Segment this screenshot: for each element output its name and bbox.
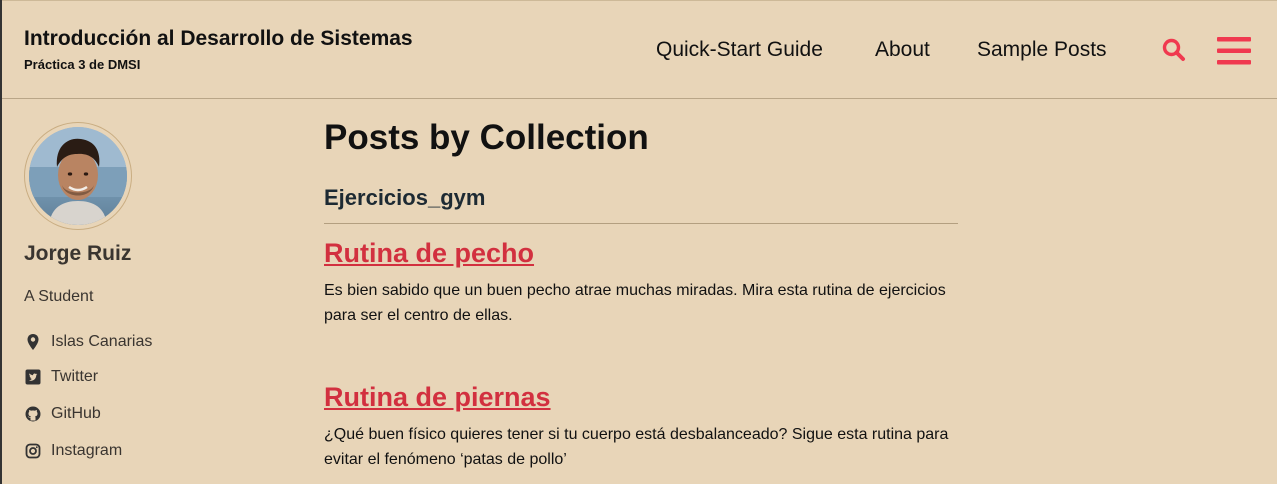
site-title[interactable]: Introducción al Desarrollo de Sistemas — [24, 27, 413, 51]
nav-link-quick-start-guide[interactable]: Quick-Start Guide — [656, 38, 823, 62]
post-excerpt: ¿Qué buen físico quieres tener si tu cue… — [324, 426, 949, 468]
avatar-photo — [29, 127, 127, 225]
instagram-icon — [24, 442, 42, 460]
page: Introducción al Desarrollo de Sistemas P… — [0, 0, 1277, 484]
author-link-github-label: GitHub — [51, 405, 101, 422]
github-icon — [24, 405, 42, 423]
author-link-twitter[interactable]: Twitter — [24, 368, 98, 386]
nav-link-about[interactable]: About — [875, 38, 930, 62]
author-location-label: Islas Canarias — [51, 333, 153, 350]
author-link-github[interactable]: GitHub — [24, 405, 101, 423]
author-bio: A Student — [24, 288, 94, 305]
post-excerpt: Es bien sabido que un buen pecho atrae m… — [324, 282, 946, 324]
avatar — [24, 122, 132, 230]
author-link-instagram-label: Instagram — [51, 442, 123, 459]
nav-link-sample-posts[interactable]: Sample Posts — [977, 38, 1107, 62]
author-link-instagram[interactable]: Instagram — [24, 442, 122, 460]
author-name: Jorge Ruiz — [24, 242, 132, 265]
search-icon[interactable] — [1161, 37, 1187, 63]
masthead: Introducción al Desarrollo de Sistemas P… — [2, 0, 1277, 99]
site-subtitle: Práctica 3 de DMSI — [24, 57, 141, 72]
post-title-link[interactable]: Rutina de pecho — [324, 238, 534, 269]
map-pin-icon — [24, 333, 42, 351]
author-link-twitter-label: Twitter — [51, 368, 99, 385]
twitter-icon — [24, 368, 42, 386]
author-location: Islas Canarias — [24, 333, 152, 351]
hamburger-menu-icon[interactable] — [1217, 36, 1251, 66]
collection-heading: Ejercicios_gym — [324, 185, 958, 224]
page-title: Posts by Collection — [324, 118, 649, 157]
post-title-link[interactable]: Rutina de piernas — [324, 382, 551, 413]
